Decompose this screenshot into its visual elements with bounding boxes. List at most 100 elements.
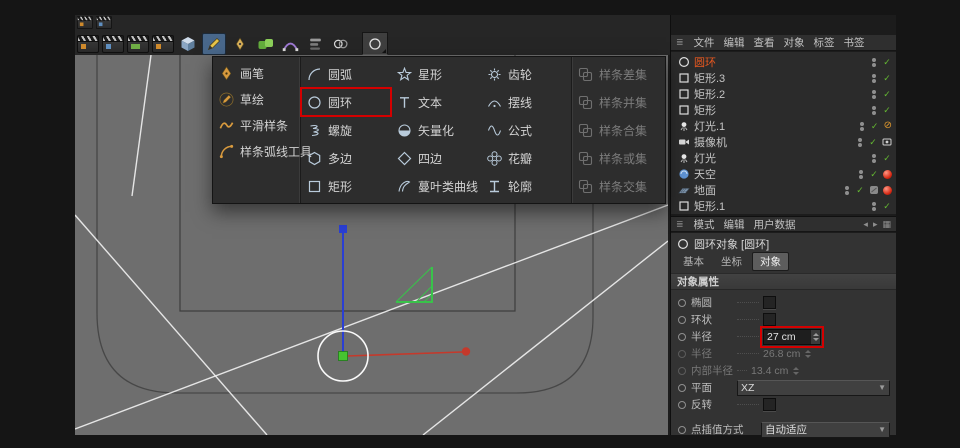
panel-menu-icon[interactable]: ≣: [676, 219, 685, 230]
bezier-icon[interactable]: [279, 34, 301, 54]
om-menu-edit[interactable]: 编辑: [724, 35, 745, 50]
object-name[interactable]: 摄像机: [694, 134, 727, 150]
reverse-checkbox[interactable]: [763, 398, 776, 411]
material-tag[interactable]: [883, 169, 892, 179]
camera-view-toggle-icon[interactable]: [882, 137, 892, 147]
circle-spline-button[interactable]: [362, 32, 388, 55]
keyframe-dot-icon[interactable]: [678, 298, 686, 307]
visibility-dots[interactable]: [859, 169, 865, 179]
enabled-check-icon[interactable]: ✓: [882, 89, 892, 100]
om-menu-objects[interactable]: 对象: [784, 35, 805, 50]
object-row-camera[interactable]: 摄像机 ✓: [671, 134, 896, 150]
object-row-rectangle[interactable]: 矩形 ✓: [671, 102, 896, 118]
am-menu-mode[interactable]: 模式: [694, 217, 715, 232]
menu-item-circle[interactable]: 圆环: [300, 87, 392, 117]
object-name[interactable]: 矩形.2: [694, 86, 725, 102]
compositing-tag[interactable]: [869, 185, 879, 195]
visibility-dots[interactable]: [872, 89, 878, 99]
modifiers-icon[interactable]: [304, 34, 326, 54]
plane-dropdown[interactable]: XZ ▼: [737, 379, 890, 396]
cube-primitive-icon[interactable]: [177, 34, 199, 54]
render-settings-icon[interactable]: [96, 16, 112, 29]
object-name[interactable]: 矩形.1: [694, 198, 725, 214]
material-tag[interactable]: [883, 185, 892, 195]
menu-item-profile[interactable]: 轮廓: [481, 172, 571, 200]
keyframe-dot-icon[interactable]: [678, 332, 686, 341]
object-row-rectangle1[interactable]: 矩形.1 ✓: [671, 198, 896, 214]
menu-item-arc[interactable]: 圆弧: [301, 60, 391, 88]
ellipse-checkbox[interactable]: [763, 296, 776, 309]
spline-curve-1[interactable]: [75, 214, 268, 435]
menu-item-cogwheel[interactable]: 齿轮: [481, 60, 571, 88]
enabled-check-icon[interactable]: ✓: [869, 169, 879, 180]
visibility-dots[interactable]: [872, 73, 878, 83]
menu-item-sketch[interactable]: 草绘: [213, 86, 300, 112]
object-name[interactable]: 灯光: [694, 150, 716, 166]
visibility-dots[interactable]: [845, 185, 851, 195]
om-menu-bookmarks[interactable]: 书签: [844, 35, 865, 50]
object-row-light1[interactable]: 灯光.1 ✓ ⊘: [671, 118, 896, 134]
am-menu-userdata[interactable]: 用户数据: [754, 217, 796, 232]
spline-pen-icon[interactable]: [202, 32, 226, 55]
tab-basic[interactable]: 基本: [676, 253, 711, 270]
menu-item-star[interactable]: 星形: [391, 60, 481, 88]
ring-checkbox[interactable]: [763, 313, 776, 326]
object-name[interactable]: 天空: [694, 166, 716, 182]
x-axis-handle[interactable]: [461, 347, 471, 356]
keyframe-dot-icon[interactable]: [678, 315, 686, 324]
menu-item-cissoid[interactable]: 蔓叶类曲线: [391, 172, 481, 200]
menu-item-spline-smooth[interactable]: 平滑样条: [213, 112, 300, 138]
menu-item-ngon[interactable]: 多边: [301, 144, 391, 172]
object-name[interactable]: 地面: [694, 182, 716, 198]
render-region-icon[interactable]: [102, 34, 124, 53]
history-forward-icon[interactable]: ▸: [873, 219, 878, 230]
spinner[interactable]: [811, 329, 820, 344]
object-name[interactable]: 灯光.1: [694, 118, 725, 134]
om-menu-tags[interactable]: 标签: [814, 35, 835, 50]
keyframe-dot-icon[interactable]: [678, 400, 686, 409]
menu-item-text[interactable]: 文本: [391, 88, 481, 116]
visibility-dots[interactable]: [872, 201, 878, 211]
tab-object[interactable]: 对象: [752, 252, 789, 271]
object-row-light[interactable]: 灯光 ✓: [671, 150, 896, 166]
generators-icon[interactable]: [254, 34, 276, 54]
pen-tool-icon[interactable]: [229, 34, 251, 54]
enabled-check-icon[interactable]: ✓: [882, 57, 892, 68]
render-active-view-icon[interactable]: [77, 34, 99, 53]
render-team-icon[interactable]: [152, 34, 174, 53]
visibility-dots[interactable]: [858, 137, 864, 147]
tab-coordinates[interactable]: 坐标: [714, 253, 749, 270]
boole-icon[interactable]: [329, 34, 351, 54]
panel-options-icon[interactable]: ▦: [882, 219, 891, 230]
object-row-rectangle3[interactable]: 矩形.3 ✓: [671, 70, 896, 86]
om-menu-file[interactable]: 文件: [694, 35, 715, 50]
visibility-dots[interactable]: [859, 121, 866, 131]
am-menu-edit[interactable]: 编辑: [724, 217, 745, 232]
origin-handle[interactable]: [338, 351, 348, 361]
menu-item-formula[interactable]: 公式: [481, 116, 571, 144]
keyframe-dot-icon[interactable]: [678, 383, 686, 392]
menu-item-flower[interactable]: 花瓣: [481, 144, 571, 172]
visibility-dots[interactable]: [872, 153, 878, 163]
object-row-floor[interactable]: 地面 ✓: [671, 182, 896, 198]
menu-item-spline-arc-tool[interactable]: 样条弧线工具: [213, 138, 312, 164]
history-back-icon[interactable]: ◂: [863, 219, 868, 230]
keyframe-dot-icon[interactable]: [678, 425, 686, 434]
interpolation-dropdown[interactable]: 自动适应 ▼: [761, 421, 890, 438]
object-name[interactable]: 矩形.3: [694, 70, 725, 86]
render-picture-viewer-icon[interactable]: [127, 34, 149, 53]
menu-item-4side[interactable]: 四边: [391, 144, 481, 172]
enabled-check-icon[interactable]: ✓: [870, 121, 880, 132]
x-axis-handle-line[interactable]: [346, 351, 463, 357]
menu-item-vectorizer[interactable]: 矢量化: [391, 116, 481, 144]
enabled-check-icon[interactable]: ✓: [855, 185, 865, 196]
render-view-icon[interactable]: [77, 16, 93, 29]
om-menu-view[interactable]: 查看: [754, 35, 775, 50]
radius-value[interactable]: 27 cm: [764, 331, 811, 343]
object-row-circle[interactable]: 圆环 ✓: [671, 54, 896, 70]
menu-item-cycloid[interactable]: 摆线: [481, 88, 571, 116]
object-name[interactable]: 圆环: [694, 54, 716, 70]
enabled-check-icon[interactable]: ✓: [882, 201, 892, 212]
enabled-check-icon[interactable]: ✓: [882, 153, 892, 164]
light-disabled-icon[interactable]: ⊘: [884, 121, 892, 131]
